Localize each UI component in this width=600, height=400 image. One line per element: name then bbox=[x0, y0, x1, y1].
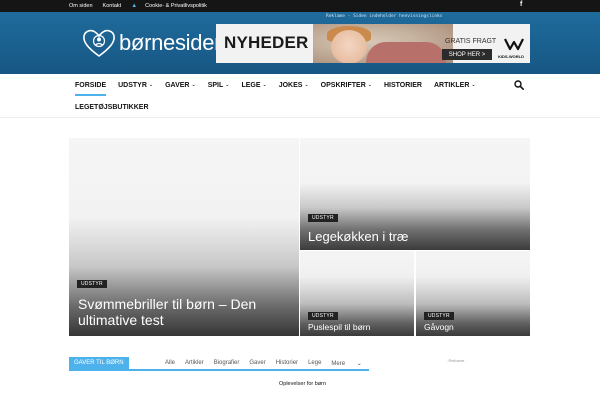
featured-article-small[interactable]: UDSTYR Puslespil til børn bbox=[300, 251, 414, 336]
filter-stories[interactable]: Historier bbox=[276, 360, 298, 366]
nav-row: LEGETØJSBUTIKKER bbox=[69, 96, 155, 118]
chevron-down-icon: ⌄ bbox=[148, 82, 154, 88]
section-subtitle: Oplevelser for børn bbox=[279, 381, 327, 387]
nav-item-legetojsbutikker[interactable]: LEGETØJSBUTIKKER bbox=[69, 96, 155, 118]
nav-item-opskrifter[interactable]: OPSKRIFTER ⌄ bbox=[315, 74, 378, 96]
nav-item-historier[interactable]: HISTORIER bbox=[378, 74, 428, 96]
article-title[interactable]: Gåvogn bbox=[424, 322, 454, 332]
article-title[interactable]: Svømmebriller til børn – Den ultimative … bbox=[78, 296, 288, 328]
ad-label: - Reklame - bbox=[446, 358, 467, 363]
chevron-down-icon: ⌄ bbox=[304, 82, 309, 88]
article-title[interactable]: Legekøkken i træ bbox=[308, 229, 408, 244]
gifts-block-header: GAVER TIL BØRN Alle Artikler Biografier … bbox=[69, 357, 369, 371]
top-link-about[interactable]: Om siden bbox=[69, 3, 93, 9]
banner-free-shipping: GRATIS FRAGT bbox=[445, 38, 497, 45]
ad-notice: Reklame - Siden indeholder henvisningsli… bbox=[326, 14, 443, 19]
chevron-down-icon: ⌄ bbox=[471, 82, 476, 88]
site-logo[interactable]: børnesiden bbox=[82, 27, 226, 59]
kids-world-logo-icon bbox=[504, 38, 524, 51]
chevron-down-icon: ⌄ bbox=[367, 82, 372, 88]
search-icon[interactable] bbox=[514, 80, 524, 90]
banner-photo-detail bbox=[366, 42, 446, 63]
block-filters: Alle Artikler Biografier Gaver Historier… bbox=[165, 357, 382, 369]
banner-brand: KIDS-WORLD bbox=[498, 54, 524, 59]
nav-item-label: HISTORIER bbox=[383, 81, 422, 89]
top-bar: Om siden Kontakt ▲ Cookie- & Privatlivsp… bbox=[0, 0, 600, 12]
featured-grid: UDSTYR Svømmebriller til børn – Den ulti… bbox=[69, 138, 530, 336]
featured-article-wide[interactable]: UDSTYR Legekøkken i træ bbox=[300, 138, 530, 250]
category-badge[interactable]: UDSTYR bbox=[77, 280, 107, 288]
nav-item-label: LEGETØJSBUTIKKER bbox=[75, 103, 149, 111]
main-navigation: FORSIDE UDSTYR ⌄ GAVER ⌄ SPIL ⌄ LEGE ⌄ JOKES… bbox=[0, 74, 600, 118]
nav-item-label: ARTIKLER bbox=[433, 81, 470, 89]
filter-all[interactable]: Alle bbox=[165, 360, 175, 366]
chevron-down-icon: ⌄ bbox=[191, 82, 196, 88]
chevron-down-icon: ⌄ bbox=[356, 360, 362, 367]
banner-shop-button[interactable]: SHOP HER > bbox=[442, 49, 492, 60]
nav-row: FORSIDE UDSTYR ⌄ GAVER ⌄ SPIL ⌄ LEGE ⌄ JOKES… bbox=[69, 74, 482, 96]
top-link-cookie-policy[interactable]: Cookie- & Privatlivspolitik bbox=[145, 3, 207, 9]
featured-article-small[interactable]: UDSTYR Gåvogn bbox=[416, 251, 530, 336]
filter-games[interactable]: Lege bbox=[308, 360, 321, 366]
nav-item-lege[interactable]: LEGE ⌄ bbox=[235, 74, 272, 96]
filter-more-label: Mere bbox=[331, 360, 346, 367]
banner-photo-child bbox=[331, 30, 367, 63]
logo-text: børnesiden bbox=[119, 30, 227, 55]
nav-item-artikler[interactable]: ARTIKLER ⌄ bbox=[428, 74, 482, 96]
heart-logo-icon bbox=[83, 29, 115, 57]
block-title: GAVER TIL BØRN bbox=[69, 357, 129, 369]
category-badge[interactable]: UDSTYR bbox=[308, 214, 338, 222]
top-links: Om siden Kontakt ▲ Cookie- & Privatlivsp… bbox=[69, 0, 217, 12]
site-header: børnesiden Reklame - Siden indeholder he… bbox=[0, 12, 600, 74]
facebook-icon[interactable]: f bbox=[520, 1, 522, 8]
nav-item-label: JOKES bbox=[278, 81, 303, 89]
featured-article-big[interactable]: UDSTYR Svømmebriller til børn – Den ulti… bbox=[69, 138, 299, 336]
nav-item-label: SPIL bbox=[207, 81, 224, 89]
banner-headline: NYHEDER bbox=[224, 33, 309, 52]
nav-item-spil[interactable]: SPIL ⌄ bbox=[202, 74, 236, 96]
nav-item-gaver[interactable]: GAVER ⌄ bbox=[159, 74, 202, 96]
nav-item-jokes[interactable]: JOKES ⌄ bbox=[273, 74, 315, 96]
nav-item-label: GAVER bbox=[165, 81, 190, 89]
filter-more[interactable]: Mere ⌄ bbox=[331, 360, 371, 367]
chevron-down-icon: ⌄ bbox=[225, 82, 230, 88]
advertisement-banner[interactable]: NYHEDER GRATIS FRAGT SHOP HER > KIDS-WOR… bbox=[216, 24, 530, 63]
filter-gifts[interactable]: Gaver bbox=[249, 360, 265, 366]
category-badge[interactable]: UDSTYR bbox=[308, 312, 338, 320]
filter-biographies[interactable]: Biografier bbox=[214, 360, 240, 366]
nav-item-label: OPSKRIFTER bbox=[320, 81, 366, 89]
user-icon: ▲ bbox=[131, 3, 138, 9]
article-title[interactable]: Puslespil til børn bbox=[308, 322, 370, 332]
category-badge[interactable]: UDSTYR bbox=[424, 312, 454, 320]
nav-item-label: UDSTYR bbox=[118, 81, 147, 89]
chevron-down-icon: ⌄ bbox=[262, 82, 267, 88]
nav-item-label: FORSIDE bbox=[75, 81, 107, 89]
nav-item-forside[interactable]: FORSIDE bbox=[69, 74, 112, 96]
top-link-contact[interactable]: Kontakt bbox=[103, 3, 122, 9]
nav-item-label: LEGE bbox=[241, 81, 261, 89]
filter-articles[interactable]: Artikler bbox=[185, 360, 204, 366]
nav-item-udstyr[interactable]: UDSTYR ⌄ bbox=[112, 74, 159, 96]
